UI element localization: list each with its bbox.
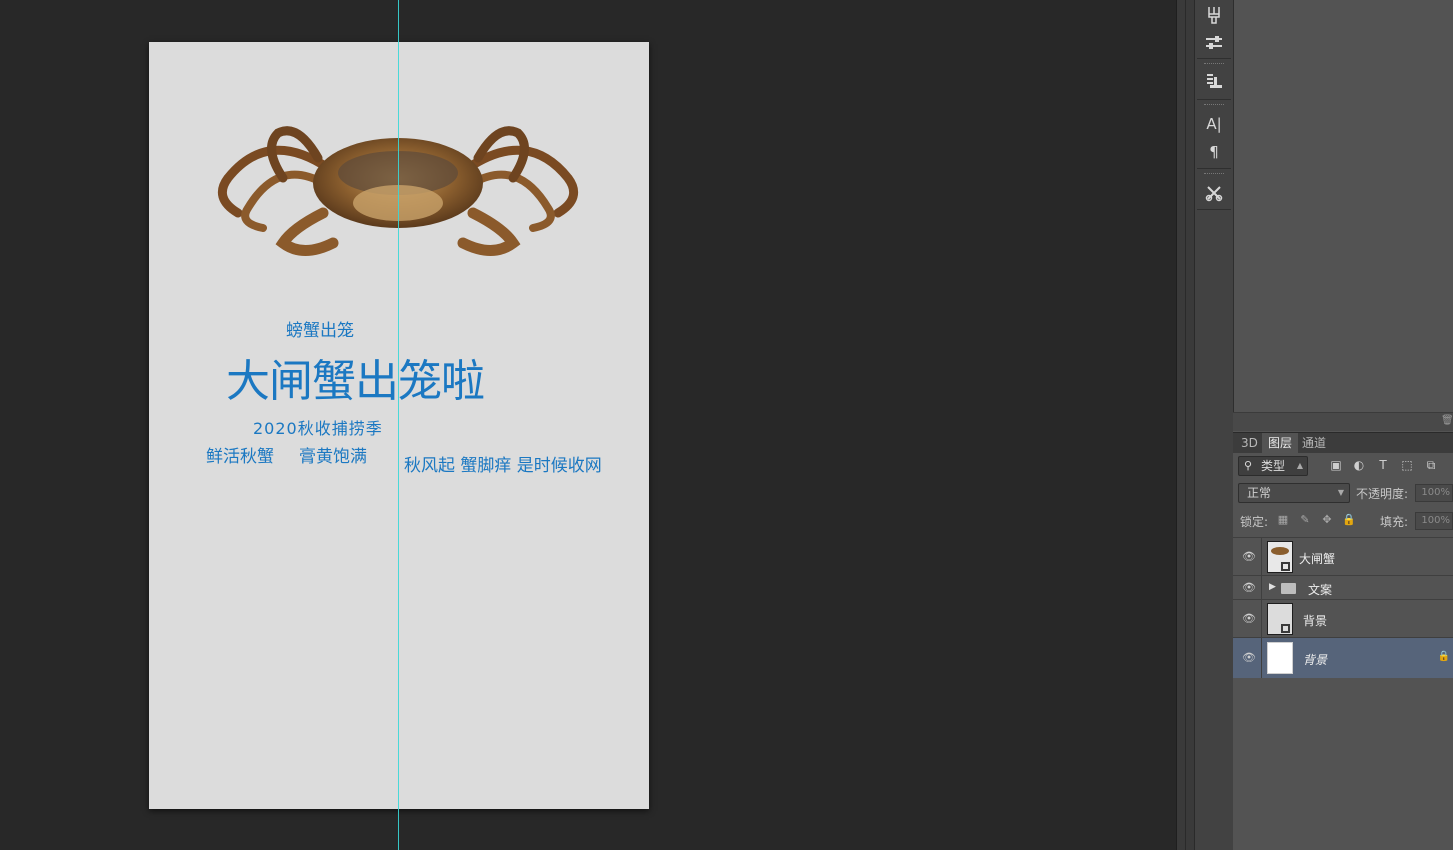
type-filter-icon[interactable]: T bbox=[1375, 456, 1391, 474]
lock-icon: 🔒 bbox=[1437, 651, 1450, 662]
dock-grip[interactable] bbox=[1204, 173, 1224, 176]
layer-filter-select[interactable]: ⚲ 类型 ▲ bbox=[1238, 456, 1308, 476]
layer-divider bbox=[1261, 638, 1262, 678]
dock-grip[interactable] bbox=[1204, 63, 1224, 66]
layers-panel-tabs: 3D 图层 通道 bbox=[1233, 432, 1453, 453]
upper-panel-footer: 🗑 bbox=[1233, 412, 1453, 431]
fill-input[interactable]: 100% bbox=[1415, 512, 1453, 530]
tool-presets-icon[interactable] bbox=[1202, 182, 1226, 204]
dock-grip[interactable] bbox=[1204, 104, 1224, 107]
season-text: 2020秋收捕捞季 bbox=[253, 419, 383, 438]
layer-divider bbox=[1261, 538, 1262, 576]
expand-arrow-icon[interactable]: ▶ bbox=[1269, 582, 1276, 592]
layer-name[interactable]: 背景 bbox=[1303, 612, 1327, 629]
blend-mode-value: 正常 bbox=[1247, 486, 1272, 500]
layer-thumbnail bbox=[1267, 642, 1293, 674]
subtitle-text: 螃蟹出笼 bbox=[286, 321, 354, 341]
dock-separator bbox=[1197, 209, 1231, 210]
shape-filter-icon[interactable]: ⬚ bbox=[1399, 456, 1415, 474]
search-icon: ⚲ bbox=[1244, 459, 1253, 472]
panel-collapse-strip[interactable] bbox=[1176, 0, 1194, 850]
upper-panel bbox=[1233, 0, 1453, 412]
dock-separator bbox=[1197, 99, 1231, 100]
layer-row-selected[interactable]: 👁 背景 🔒 bbox=[1233, 637, 1453, 678]
slogan-text: 秋风起 蟹脚痒 是时候收网 bbox=[404, 456, 602, 476]
layer-divider bbox=[1261, 600, 1262, 638]
dock-separator bbox=[1197, 168, 1231, 169]
layer-group-row[interactable]: 👁 ▶ 文案 bbox=[1233, 575, 1453, 600]
right-panels: 🗑 3D 图层 通道 ⚲ 类型 ▲ ▣ ◐ T ⬚ ⧉ 正常 ▼ 不透明度: 1… bbox=[1233, 0, 1453, 850]
opacity-input[interactable]: 100% bbox=[1415, 484, 1453, 502]
lock-all-icon[interactable]: 🔒 bbox=[1342, 512, 1356, 528]
chevron-down-icon: ▼ bbox=[1337, 488, 1344, 497]
blend-mode-select[interactable]: 正常 ▼ bbox=[1238, 483, 1350, 503]
dock-separator bbox=[1197, 58, 1231, 59]
fill-label: 填充: bbox=[1380, 515, 1409, 529]
character-icon[interactable]: A| bbox=[1202, 113, 1226, 135]
layer-row[interactable]: 👁 大闸蟹 bbox=[1233, 537, 1453, 576]
trash-icon[interactable]: 🗑 bbox=[1441, 415, 1453, 427]
layer-thumbnail bbox=[1267, 541, 1293, 573]
layer-row[interactable]: 👁 背景 bbox=[1233, 599, 1453, 638]
tab-channels[interactable]: 通道 bbox=[1296, 433, 1332, 453]
canvas-workspace[interactable]: 螃蟹出笼 大闸蟹出笼啦 2020秋收捕捞季 鲜活秋蟹 膏黄饱满 秋风起 蟹脚痒 … bbox=[0, 0, 1176, 850]
paragraph-styles-icon[interactable] bbox=[1202, 70, 1226, 92]
opacity-label: 不透明度: bbox=[1356, 487, 1409, 501]
tab-3d[interactable]: 3D bbox=[1235, 433, 1264, 453]
lock-transparent-icon[interactable]: ▦ bbox=[1276, 512, 1290, 528]
folder-icon bbox=[1281, 583, 1296, 594]
layer-thumbnail bbox=[1267, 603, 1293, 635]
eye-icon[interactable]: 👁 bbox=[1242, 612, 1256, 625]
panel-dock: A| ¶ bbox=[1194, 0, 1234, 850]
smart-object-filter-icon[interactable]: ⧉ bbox=[1423, 456, 1439, 474]
adjustments-icon[interactable] bbox=[1202, 32, 1226, 54]
filter-type-label: 类型 bbox=[1261, 459, 1286, 473]
vertical-guide[interactable] bbox=[398, 0, 399, 850]
eye-icon[interactable]: 👁 bbox=[1242, 550, 1256, 563]
lock-position-icon[interactable]: ✥ bbox=[1320, 512, 1334, 528]
lock-label: 锁定: bbox=[1240, 515, 1269, 529]
layer-name[interactable]: 大闸蟹 bbox=[1299, 550, 1335, 567]
paragraph-icon[interactable]: ¶ bbox=[1202, 141, 1226, 163]
lock-paint-icon[interactable]: ✎ bbox=[1298, 512, 1312, 528]
brush-presets-icon[interactable] bbox=[1202, 4, 1226, 26]
tab-layers[interactable]: 图层 bbox=[1262, 433, 1299, 453]
tag-full-text: 膏黄饱满 bbox=[299, 447, 367, 467]
adjustment-filter-icon[interactable]: ◐ bbox=[1351, 456, 1367, 474]
layer-name[interactable]: 文案 bbox=[1308, 581, 1332, 598]
layer-name[interactable]: 背景 bbox=[1303, 651, 1327, 668]
eye-icon[interactable]: 👁 bbox=[1242, 651, 1256, 664]
chevron-updown-icon: ▲ bbox=[1296, 461, 1303, 470]
eye-icon[interactable]: 👁 bbox=[1242, 581, 1256, 594]
image-filter-icon[interactable]: ▣ bbox=[1328, 456, 1344, 474]
tag-fresh-text: 鲜活秋蟹 bbox=[206, 447, 274, 467]
headline-text: 大闸蟹出笼啦 bbox=[226, 356, 485, 407]
layer-divider bbox=[1261, 576, 1262, 600]
